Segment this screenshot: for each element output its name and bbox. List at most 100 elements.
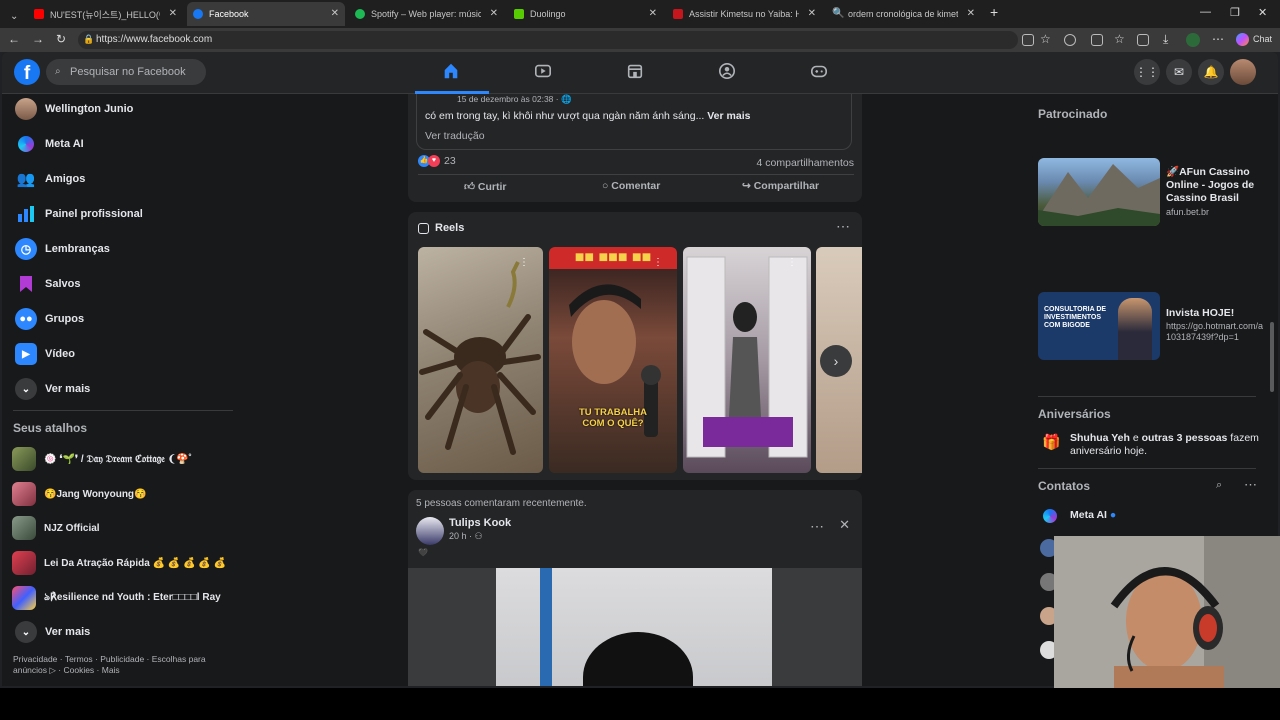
birthday-text[interactable]: Shuhua Yeh e outras 3 pessoas fazem aniv… — [1070, 432, 1260, 458]
tab-title: ordem cronológica de kimetsu no — [848, 9, 958, 19]
chat-button[interactable]: Chat — [1253, 34, 1272, 44]
sidebar-item-label: Amigos — [45, 173, 86, 185]
new-tab-button[interactable]: + — [990, 4, 998, 20]
see-translation-link[interactable]: Ver tradução — [425, 130, 485, 142]
ad-image[interactable] — [1038, 158, 1160, 226]
shortcut-item[interactable]: ঌ℟esilience nd Youth : Eter□□□□l Ray — [12, 584, 221, 612]
copilot-icon[interactable] — [1236, 33, 1249, 46]
comment-button[interactable]: ○ Comentar — [602, 180, 660, 192]
reel-menu-icon[interactable]: ⋮ — [519, 257, 529, 268]
profile-avatar[interactable] — [1230, 59, 1256, 85]
close-icon[interactable]: ✕ — [649, 8, 657, 19]
sidebar-item-profile[interactable]: Wellington Junio — [10, 94, 235, 124]
like-button[interactable]: 👍︎ Curtir — [464, 180, 506, 193]
sidebar-item-friends[interactable]: 👥 Amigos — [10, 164, 235, 194]
more-options-icon[interactable]: ⋯ — [836, 218, 850, 235]
more-options-icon[interactable]: ⋯ — [1244, 477, 1257, 493]
tab-facebook[interactable]: Facebook ✕ — [187, 2, 345, 26]
extension-icon[interactable] — [1091, 34, 1103, 46]
sidebar-item-dashboard[interactable]: Painel profissional — [10, 199, 235, 229]
reel-caption: TU TRABALHA COM O QUÊ? — [578, 407, 648, 429]
contact-item[interactable]: Meta AI ● — [1070, 509, 1116, 521]
tab-list-button[interactable]: ⌄ — [4, 4, 22, 28]
photo-stripe — [540, 568, 552, 686]
tab-nuest[interactable]: NU'EST(뉴이스트)_HELLO(여보 ✕ — [28, 2, 183, 26]
close-icon[interactable]: ✕ — [839, 517, 850, 533]
gaming-icon[interactable] — [810, 62, 828, 80]
sidebar-item-meta-ai[interactable]: Meta AI — [10, 129, 235, 159]
tab-search[interactable]: 🔍 ordem cronológica de kimetsu no ✕ — [826, 2, 981, 26]
share-icon[interactable] — [1137, 34, 1149, 46]
tab-spotify[interactable]: Spotify – Web player: música para ✕ — [349, 2, 504, 26]
video-icon[interactable] — [534, 62, 552, 80]
facebook-logo[interactable]: f — [14, 59, 40, 85]
scrollbar[interactable] — [1270, 322, 1274, 392]
tab-duolingo[interactable]: Duolingo ✕ — [508, 2, 663, 26]
shortcut-item[interactable]: Lei Da Atração Rápida 💰 💰 💰 💰 💰 — [12, 549, 226, 577]
close-icon[interactable]: ✕ — [808, 8, 816, 19]
close-icon[interactable]: ✕ — [967, 8, 975, 19]
more-options-icon[interactable]: ⋯ — [810, 518, 824, 535]
reel-thumbnail[interactable]: ⋮ — [418, 247, 543, 473]
shortcut-item[interactable]: NJZ Official — [12, 514, 100, 542]
search-icon[interactable]: ⌕ — [1216, 479, 1222, 492]
sidebar-item-groups[interactable]: ●● Grupos — [10, 304, 235, 334]
sidebar-item-video[interactable]: ▶ Vídeo — [10, 339, 235, 369]
reactions-summary[interactable]: 👍 ♥ 23 — [418, 155, 456, 167]
profile-avatar-icon[interactable] — [1186, 33, 1200, 47]
minimize-button[interactable]: — — [1200, 6, 1211, 18]
chevron-down-icon: ⌄ — [15, 378, 37, 400]
shares-count[interactable]: 4 compartilhamentos — [757, 157, 854, 169]
url-field[interactable]: 🔒 https://www.facebook.com — [78, 31, 1018, 49]
ad-url[interactable]: https://go.hotmart.com/a103187439f?dp=1 — [1166, 321, 1266, 343]
close-icon[interactable]: ✕ — [331, 8, 339, 19]
maximize-button[interactable]: ❐ — [1230, 6, 1240, 19]
birthday-others: outras 3 pessoas — [1141, 432, 1228, 444]
ad-person — [1118, 298, 1152, 360]
ad-title[interactable]: 🚀AFun Cassino Online - Jogos de Cassino … — [1166, 166, 1261, 205]
close-icon[interactable]: ✕ — [169, 8, 177, 19]
ad-title[interactable]: Invista HOJE! — [1166, 307, 1261, 320]
extensions-icon[interactable] — [1064, 34, 1076, 46]
window-close-button[interactable]: ✕ — [1258, 6, 1267, 19]
see-more-link[interactable]: Ver mais — [707, 110, 750, 122]
menu-grid-icon[interactable]: ⋮⋮ — [1134, 59, 1160, 85]
post-image[interactable] — [408, 568, 862, 686]
favorite-star-icon[interactable]: ☆ — [1040, 32, 1051, 46]
back-icon[interactable]: ← — [8, 32, 20, 46]
sidebar-see-more[interactable]: ⌄ Ver mais — [10, 374, 235, 404]
post-author[interactable]: Tulips Kook — [449, 517, 511, 529]
notifications-icon[interactable]: 🔔 — [1198, 59, 1224, 85]
sidebar-item-saved[interactable]: Salvos — [10, 269, 235, 299]
reel-thumbnail[interactable]: ■■ ■■■ ■■ TU TRABALHA COM O QUÊ? ⋮ — [549, 247, 677, 473]
footer-links[interactable]: Privacidade · Termos · Publicidade · Esc… — [13, 654, 228, 676]
forward-icon[interactable]: → — [32, 32, 44, 46]
reel-menu-icon[interactable]: ⋮ — [787, 257, 797, 268]
groups-icon[interactable] — [718, 62, 736, 80]
shortcut-item[interactable]: 🍥 ❛🌱❜ / 𝔇𝔞𝔶 𝔇𝔯𝔢𝔞𝔪 ℭ𝔬𝔱𝔱𝔞𝔤𝔢 ❨🍄˚ — [12, 445, 192, 473]
home-icon[interactable] — [442, 62, 460, 80]
favorites-icon[interactable]: ☆ — [1114, 32, 1125, 46]
reel-thumbnail[interactable]: ⋮ — [683, 247, 811, 473]
shortcut-item[interactable]: 😚Jang Wonyoung😚 — [12, 480, 147, 508]
search-input[interactable]: ⌕ Pesquisar no Facebook — [46, 59, 206, 85]
shortcuts-see-more[interactable]: ⌄ Ver mais — [10, 617, 235, 647]
screen-icon[interactable] — [1022, 34, 1034, 46]
reel-menu-icon[interactable]: ⋮ — [653, 257, 663, 268]
more-menu-icon[interactable]: ⋯ — [1212, 32, 1224, 46]
reels-next-button[interactable]: › — [820, 345, 852, 377]
tab-kimetsu[interactable]: Assistir Kimetsu no Yaiba: Hashira ✕ — [667, 2, 822, 26]
reload-icon[interactable]: ↻ — [56, 32, 66, 46]
ad-url[interactable]: afun.bet.br — [1166, 207, 1266, 218]
share-button[interactable]: ↪ Compartilhar — [742, 180, 819, 192]
sidebar-item-memories[interactable]: ◷ Lembranças — [10, 234, 235, 264]
marketplace-icon[interactable] — [626, 62, 644, 80]
author-avatar[interactable] — [416, 517, 444, 545]
ad-image[interactable]: CONSULTORIA DE INVESTIMENTOS COM BIGODE — [1038, 292, 1160, 360]
messenger-icon[interactable]: ✉ — [1166, 59, 1192, 85]
search-icon: 🔍 — [832, 8, 845, 19]
close-icon[interactable]: ✕ — [490, 8, 498, 19]
shared-post-preview[interactable]: 15 de dezembro às 02:38 · 🌐 có em trong … — [416, 94, 852, 150]
download-icon[interactable]: ⤓ — [1163, 32, 1168, 47]
post-body: có em trong tay, kì khôi như vượt qua ng… — [425, 110, 705, 122]
